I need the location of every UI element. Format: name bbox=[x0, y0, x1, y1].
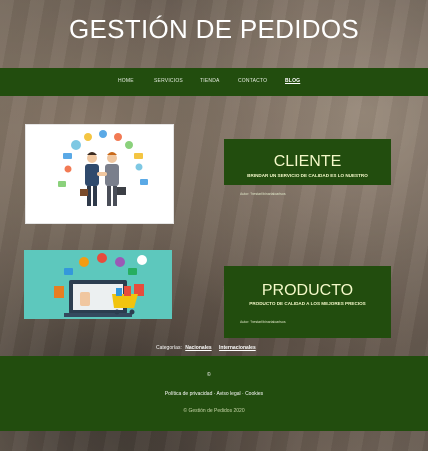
post-image-cliente[interactable] bbox=[25, 124, 174, 224]
nav-item-servicios[interactable]: SERVICIOS bbox=[154, 78, 183, 84]
post-author-cliente: Autor: "bestarl/binarialoarlsos bbox=[240, 192, 286, 196]
main-navigation: HOME SERVICIOS TIENDA CONTACTO BLOG bbox=[0, 68, 428, 96]
nav-item-blog[interactable]: BLOG bbox=[285, 78, 300, 84]
post-card-cliente[interactable]: CLIENTE BRINDAR UN SERVICIO DE CALIDAD E… bbox=[224, 139, 391, 196]
post-subtitle-producto: PRODUCTO DE CALIDAD A LOS MEJORES PRECIO… bbox=[249, 301, 366, 306]
shopping-cart-illustration bbox=[24, 250, 172, 319]
post-title-cliente[interactable]: CLIENTE bbox=[224, 153, 391, 171]
footer-legal-links[interactable]: Política de privacidad · Aviso legal · C… bbox=[0, 391, 428, 397]
nav-item-home[interactable]: HOME bbox=[118, 78, 134, 84]
post-image-producto[interactable] bbox=[24, 250, 172, 319]
post-author-producto: Autor: "bestarl/binarialoarlsos bbox=[240, 320, 286, 324]
post-title-producto[interactable]: PRODUCTO bbox=[224, 282, 391, 300]
post-subtitle-cliente: BRINDAR UN SERVICIO DE CALIDAD ES LO NUE… bbox=[247, 173, 368, 178]
categories-label: Categorías: bbox=[156, 345, 182, 351]
nav-item-tienda[interactable]: TIENDA bbox=[200, 78, 220, 84]
nav-item-contacto[interactable]: CONTACTO bbox=[238, 78, 267, 84]
site-footer: © Política de privacidad · Aviso legal ·… bbox=[0, 356, 428, 431]
footer-copyright-symbol: © bbox=[207, 372, 211, 378]
categories-bar: Categorías: Nacionales Internacionales bbox=[156, 345, 256, 351]
footer-copyright: © Gestión de Pedidos 2020 bbox=[183, 408, 245, 414]
site-title: GESTIÓN DE PEDIDOS bbox=[68, 14, 359, 44]
handshake-illustration bbox=[26, 125, 173, 223]
post-card-producto[interactable]: PRODUCTO PRODUCTO DE CALIDAD A LOS MEJOR… bbox=[224, 266, 391, 338]
category-link-nacionales[interactable]: Nacionales bbox=[185, 345, 211, 351]
category-link-internacionales[interactable]: Internacionales bbox=[219, 345, 256, 351]
